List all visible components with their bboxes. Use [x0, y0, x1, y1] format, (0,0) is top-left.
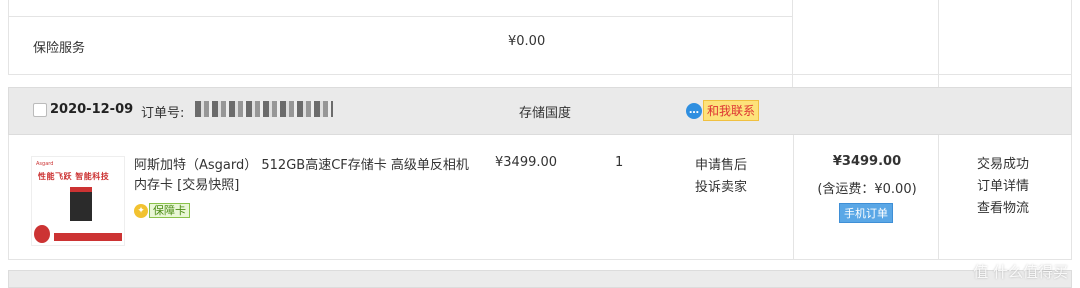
product-image-brand: Asgard [36, 161, 54, 167]
table-divider [1071, 0, 1072, 87]
trade-success-status[interactable]: 交易成功 [977, 154, 1029, 176]
table-divider [792, 0, 793, 87]
watermark: 值 什么值得买 [973, 261, 1068, 282]
order-date: 2020-12-09 [50, 102, 134, 117]
shipping-fee-note: (含运费：¥0.00) [817, 182, 917, 197]
product-image-title: 性能飞跃 智能科技 [38, 172, 110, 181]
quantity: 1 [615, 155, 624, 170]
product-title-link[interactable]: 阿斯加特（Asgard） 512GB高速CF存储卡 高级单反相机内存卡 [交易快… [134, 156, 474, 196]
shop-name-link[interactable]: 存储国度 [519, 102, 571, 121]
total-cell: ¥3499.00 (含运费：¥0.00) 手机订单 [793, 135, 939, 259]
contact-seller-label: 和我联系 [703, 100, 760, 121]
order-details-link[interactable]: 订单详情 [977, 176, 1029, 198]
order-status-actions: 交易成功 订单详情 查看物流 [977, 154, 1029, 220]
cf-card-graphic [70, 187, 92, 221]
contact-seller-button[interactable]: … 和我联系 [686, 100, 760, 121]
guarantee-card-label: 保障卡 [149, 203, 190, 218]
product-badge-graphic [34, 225, 50, 243]
unit-price: ¥3499.00 [495, 155, 558, 170]
table-divider [8, 74, 1072, 75]
table-divider [8, 0, 9, 74]
watermark-text: 值 什么值得买 [973, 263, 1068, 281]
apply-after-sale-link[interactable]: 申请售后 [695, 155, 747, 177]
shield-icon: ✦ [134, 203, 148, 218]
insurance-service-label: 保险服务 [33, 41, 86, 56]
order-checkbox[interactable] [33, 103, 47, 117]
table-divider [8, 16, 792, 17]
total-price: ¥3499.00 [832, 154, 902, 169]
mobile-order-badge: 手机订单 [839, 203, 893, 223]
table-divider [938, 0, 939, 87]
order-header: 2020-12-09 订单号: 存储国度 … 和我联系 [8, 87, 1072, 135]
after-sale-actions: 申请售后 投诉卖家 [695, 155, 747, 199]
next-order-header [8, 270, 1072, 288]
view-logistics-link[interactable]: 查看物流 [977, 198, 1029, 220]
guarantee-card-badge[interactable]: ✦ 保障卡 [134, 203, 190, 218]
order-number-redacted [195, 101, 333, 117]
product-strip-graphic [54, 233, 122, 241]
complain-seller-link[interactable]: 投诉卖家 [695, 177, 747, 199]
order-number-label: 订单号: [141, 106, 185, 121]
order-item-row: Asgard 性能飞跃 智能科技 阿斯加特（Asgard） 512GB高速CF存… [8, 135, 1072, 260]
insurance-price: ¥0.00 [508, 34, 546, 49]
product-image[interactable]: Asgard 性能飞跃 智能科技 [31, 156, 125, 246]
chat-bubble-icon: … [686, 102, 702, 119]
